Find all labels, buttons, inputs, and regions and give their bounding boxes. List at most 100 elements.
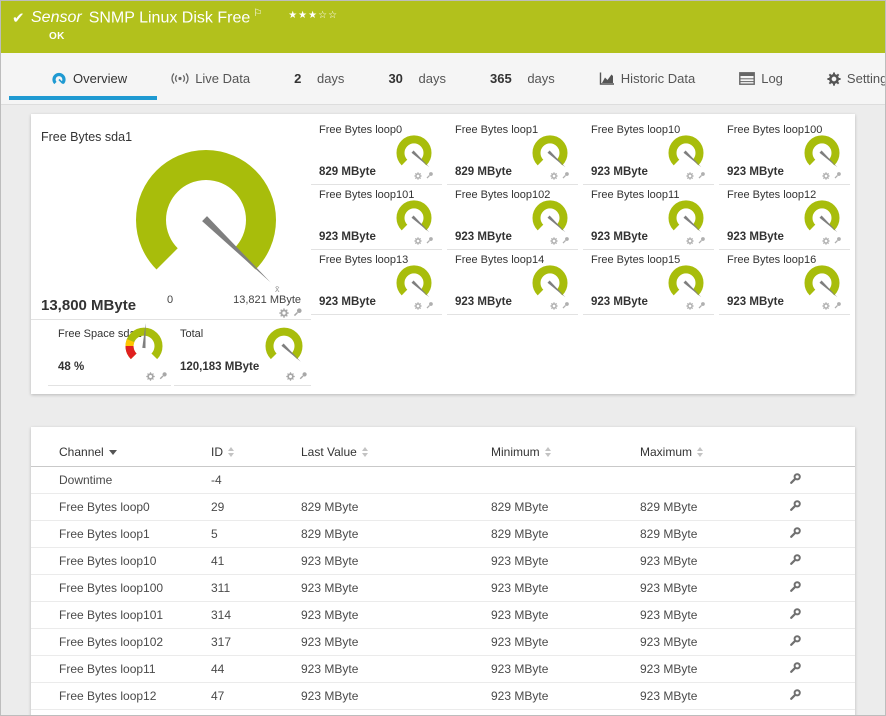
pin-icon[interactable] <box>561 171 570 180</box>
edit-channel-button[interactable] <box>788 526 802 540</box>
tab-historic-data[interactable]: Historic Data <box>599 71 695 86</box>
gear-icon[interactable] <box>686 302 694 310</box>
loop-gauge-cell-free-bytes-loop13[interactable]: Free Bytes loop13923 MByte <box>311 250 442 315</box>
star-icon[interactable]: ★ <box>298 10 308 21</box>
edit-channel-button[interactable] <box>788 553 802 567</box>
gear-icon[interactable] <box>550 237 558 245</box>
cell-action-icons[interactable] <box>822 301 842 310</box>
column-header-last-value[interactable]: Last Value <box>301 445 491 459</box>
channel-value: 923 MByte <box>591 296 648 308</box>
free-space-gauge <box>117 322 171 376</box>
priority-stars[interactable]: ★★★☆☆ <box>288 10 338 21</box>
loop-gauge-cell-free-bytes-loop100[interactable]: Free Bytes loop100923 MByte <box>719 120 850 185</box>
edit-channel-button[interactable] <box>788 634 802 648</box>
edit-channel-button[interactable] <box>788 499 802 513</box>
pin-icon[interactable] <box>697 236 706 245</box>
cell-action-icons[interactable] <box>822 171 842 180</box>
pin-icon[interactable] <box>298 371 308 381</box>
edit-channel-button[interactable] <box>788 580 802 594</box>
id-cell: 317 <box>211 635 301 649</box>
gear-icon[interactable] <box>686 172 694 180</box>
pin-icon[interactable] <box>561 301 570 310</box>
tab-label: Live Data <box>195 71 250 86</box>
gear-icon[interactable] <box>822 237 830 245</box>
pin-icon[interactable] <box>833 236 842 245</box>
pin-icon[interactable] <box>833 171 842 180</box>
gear-icon[interactable] <box>550 172 558 180</box>
main-gauge-cell[interactable]: Free Bytes sda1 x̄ 0 13,821 MByte 13,800… <box>31 114 311 320</box>
tab-live-data[interactable]: Live Data <box>171 71 250 86</box>
loop-gauge-cell-free-bytes-loop1[interactable]: Free Bytes loop1829 MByte <box>447 120 578 185</box>
gear-icon[interactable] <box>279 308 289 318</box>
star-icon[interactable]: ☆ <box>318 10 328 21</box>
gear-icon[interactable] <box>550 302 558 310</box>
loop-gauge-cell-free-bytes-loop12[interactable]: Free Bytes loop12923 MByte <box>719 185 850 250</box>
tab-log[interactable]: Log <box>739 71 783 86</box>
gear-icon[interactable] <box>414 172 422 180</box>
content-area: Free Bytes sda1 x̄ 0 13,821 MByte 13,800… <box>1 105 885 716</box>
cell-action-icons[interactable] <box>822 236 842 245</box>
cell-action-icons[interactable] <box>146 371 168 381</box>
minimum-cell: 923 MByte <box>491 635 640 649</box>
loop-gauge-cell-free-bytes-loop102[interactable]: Free Bytes loop102923 MByte <box>447 185 578 250</box>
cell-action-icons[interactable] <box>550 171 570 180</box>
mini-gauge-cell-total[interactable]: Total 120,183 MByte <box>174 320 311 386</box>
loop-gauge-cell-free-bytes-loop14[interactable]: Free Bytes loop14923 MByte <box>447 250 578 315</box>
pin-icon[interactable] <box>561 236 570 245</box>
pin-icon[interactable] <box>425 236 434 245</box>
channel-value: 923 MByte <box>455 231 512 243</box>
cell-action-icons[interactable] <box>550 236 570 245</box>
tab-overview[interactable]: Overview <box>51 71 127 87</box>
gear-icon[interactable] <box>414 302 422 310</box>
cell-action-icons[interactable] <box>286 371 308 381</box>
pin-icon[interactable] <box>697 171 706 180</box>
loop-gauges-grid: Free Bytes loop0829 MByteFree Bytes loop… <box>311 114 855 394</box>
pin-icon[interactable] <box>833 301 842 310</box>
mini-gauge-cell-free-space[interactable]: Free Space sda1 48 % <box>48 320 171 386</box>
edit-channel-button[interactable] <box>788 472 802 486</box>
loop-gauge-cell-free-bytes-loop0[interactable]: Free Bytes loop0829 MByte <box>311 120 442 185</box>
loop-gauge-cell-free-bytes-loop10[interactable]: Free Bytes loop10923 MByte <box>583 120 714 185</box>
tab-settings[interactable]: Settings <box>827 71 886 86</box>
star-icon[interactable]: ★ <box>308 10 318 21</box>
edit-channel-button[interactable] <box>788 661 802 675</box>
live-icon <box>171 72 189 85</box>
star-icon[interactable]: ★ <box>288 10 298 21</box>
gear-icon[interactable] <box>822 302 830 310</box>
cell-action-icons[interactable] <box>686 171 706 180</box>
cell-action-icons[interactable] <box>550 301 570 310</box>
pin-icon[interactable] <box>697 301 706 310</box>
pin-icon[interactable] <box>425 301 434 310</box>
pin-icon[interactable] <box>425 171 434 180</box>
gear-icon[interactable] <box>146 372 155 381</box>
loop-gauge-cell-free-bytes-loop101[interactable]: Free Bytes loop101923 MByte <box>311 185 442 250</box>
pin-icon[interactable] <box>292 307 303 318</box>
edit-channel-button[interactable] <box>788 688 802 702</box>
tab-365-days[interactable]: 365 days <box>490 71 555 86</box>
column-header-id[interactable]: ID <box>211 445 301 459</box>
column-header-minimum[interactable]: Minimum <box>491 445 640 459</box>
loop-gauge-cell-free-bytes-loop11[interactable]: Free Bytes loop11923 MByte <box>583 185 714 250</box>
gear-icon[interactable] <box>686 237 694 245</box>
cell-action-icons[interactable] <box>414 301 434 310</box>
gear-icon[interactable] <box>286 372 295 381</box>
column-header-maximum[interactable]: Maximum <box>640 445 788 459</box>
gear-icon[interactable] <box>822 172 830 180</box>
priority-flag-icon[interactable]: ⚐ <box>253 8 262 19</box>
tab-2-days[interactable]: 2 days <box>294 71 344 86</box>
edit-channel-button[interactable] <box>788 607 802 621</box>
channel-value: 923 MByte <box>727 166 784 178</box>
loop-gauge-cell-free-bytes-loop16[interactable]: Free Bytes loop16923 MByte <box>719 250 850 315</box>
cell-action-icons[interactable] <box>414 171 434 180</box>
cell-action-icons[interactable] <box>686 236 706 245</box>
column-header-channel[interactable]: Channel <box>59 445 211 459</box>
cell-action-icons[interactable] <box>414 236 434 245</box>
gear-icon[interactable] <box>414 237 422 245</box>
pin-icon[interactable] <box>158 371 168 381</box>
star-icon[interactable]: ☆ <box>328 10 338 21</box>
cell-action-icons[interactable] <box>686 301 706 310</box>
cell-action-icons[interactable] <box>279 307 303 318</box>
tab-30-days[interactable]: 30 days <box>388 71 446 86</box>
loop-gauge-cell-free-bytes-loop15[interactable]: Free Bytes loop15923 MByte <box>583 250 714 315</box>
channel-value: 923 MByte <box>727 296 784 308</box>
